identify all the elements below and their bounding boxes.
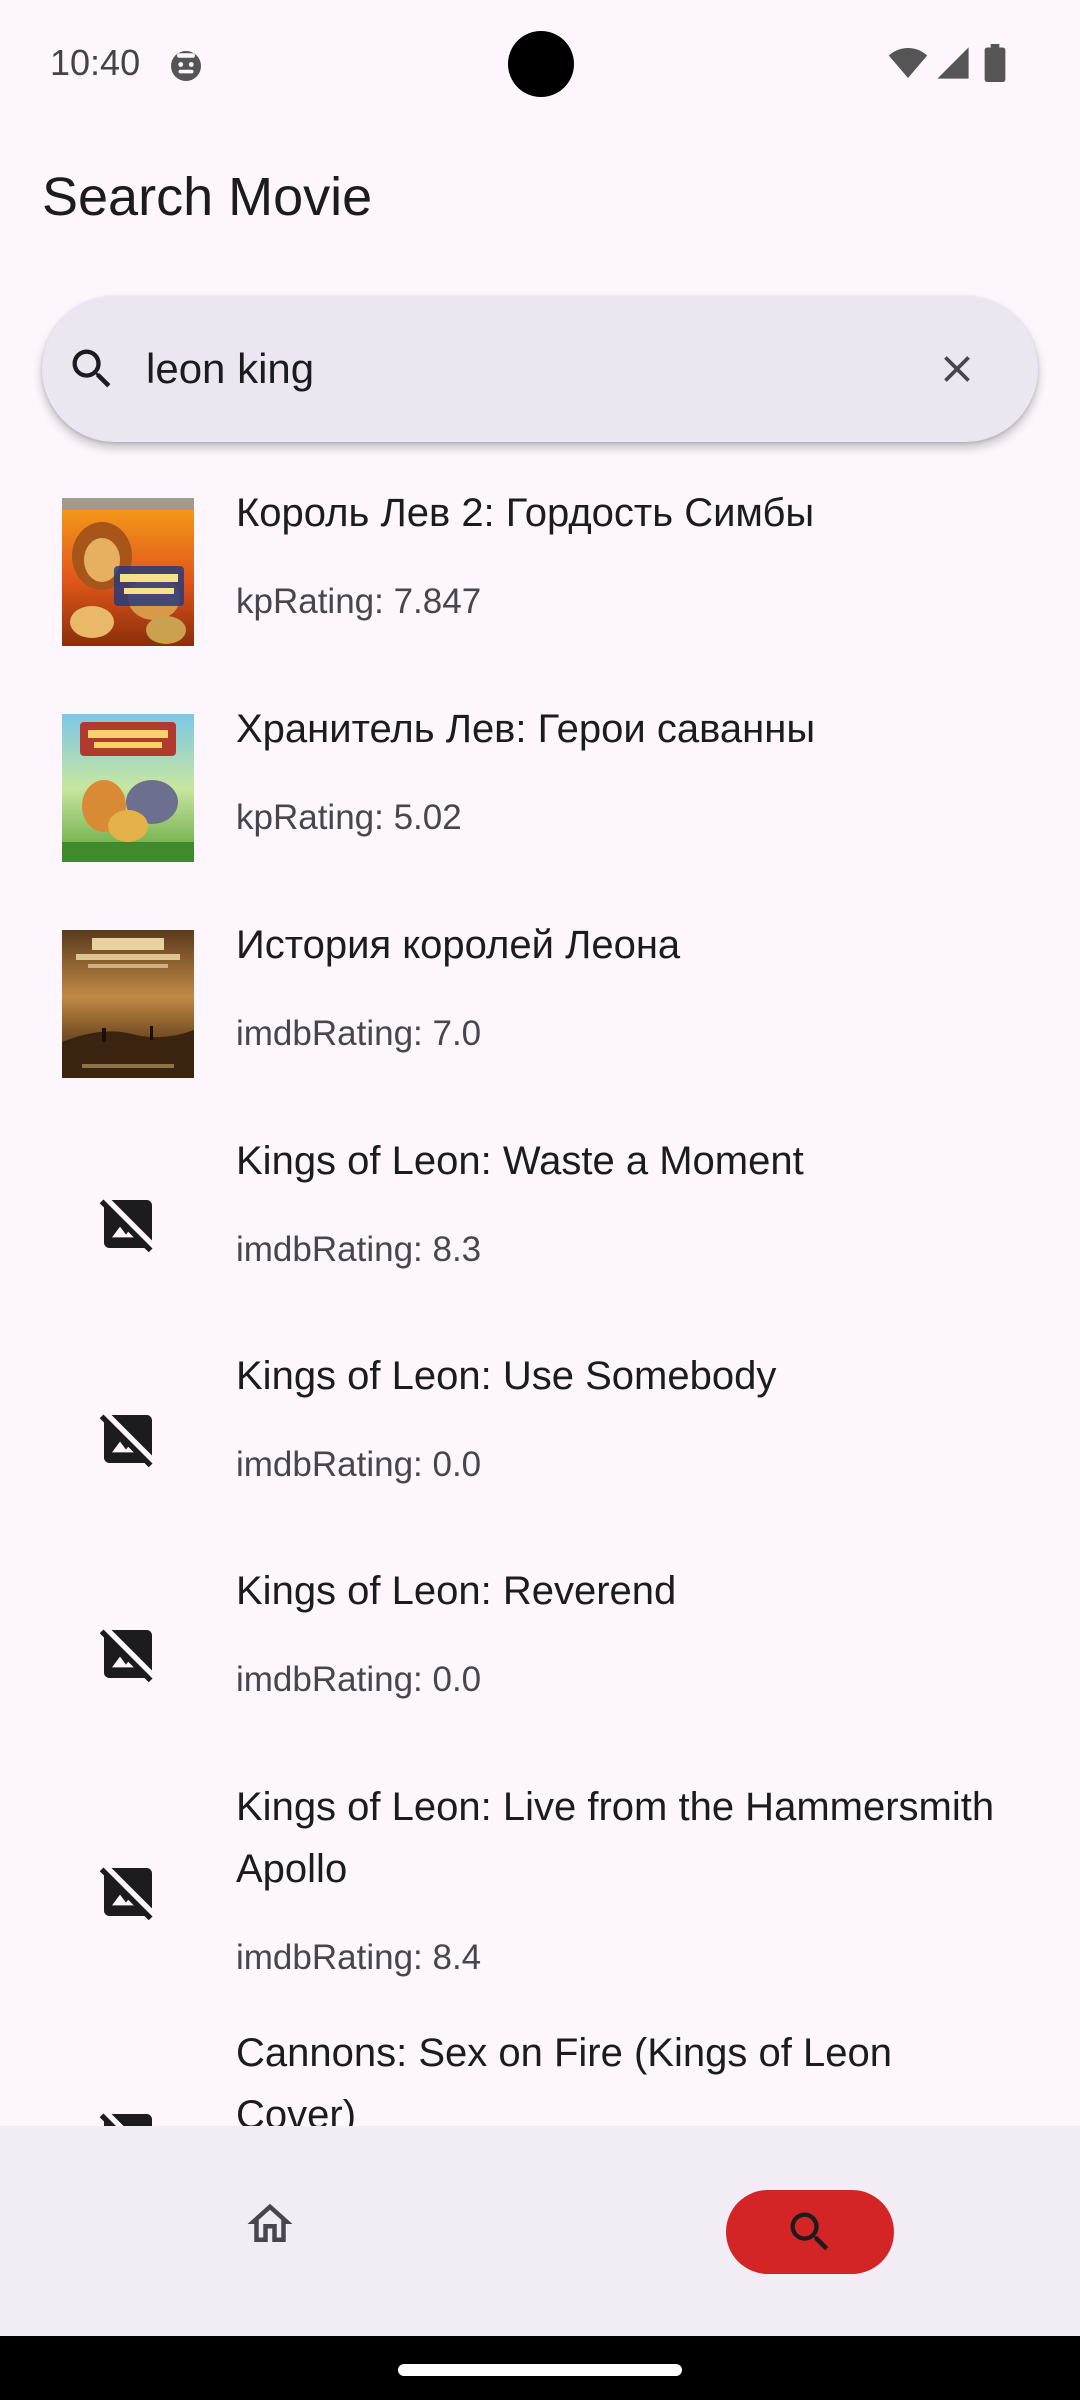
nav-search-button[interactable]	[726, 2190, 894, 2274]
screen: 10:40 Search Movie leon king Король Лев …	[0, 0, 1080, 2400]
clear-search-button[interactable]	[922, 334, 992, 404]
status-bar: 10:40	[0, 0, 1080, 130]
movie-list-item[interactable]: Cannons: Sex on Fire (Kings of Leon Cove…	[0, 2010, 1080, 2126]
movie-title: Kings of Leon: Waste a Moment	[236, 1139, 804, 1183]
notification-icon	[171, 51, 201, 81]
movie-rating: imdbRating: 8.3	[236, 1230, 482, 1269]
no-image-icon	[99, 1199, 153, 1253]
movie-rating: kpRating: 5.02	[236, 798, 462, 837]
no-image-icon	[99, 1414, 153, 1468]
movie-poster	[62, 714, 194, 862]
lion-king-2-poster	[62, 498, 194, 646]
home-icon	[247, 2203, 293, 2242]
status-time: 10:40	[50, 42, 141, 83]
wifi-icon	[888, 48, 928, 78]
movie-title: Kings of Leon: Use Somebody	[236, 1354, 777, 1398]
no-image-icon	[99, 1629, 153, 1683]
bottom-navigation	[0, 2126, 1080, 2336]
signal-icon	[937, 47, 969, 79]
movie-title: Kings of Leon: Reverend	[236, 1569, 677, 1613]
movie-rating: imdbRating: 8.4	[236, 1938, 482, 1977]
movie-rating: imdbRating: 0.0	[236, 1445, 482, 1484]
no-image-icon	[99, 2113, 152, 2126]
movie-list-item[interactable]: Kings of Leon: Use Somebody imdbRating: …	[0, 1333, 1080, 1549]
kings-of-leon-sky-poster	[62, 930, 194, 1078]
movie-list[interactable]: Король Лев 2: Гордость Симбы kpRating: 7…	[0, 470, 1080, 2126]
movie-list-item[interactable]: История королей Леона imdbRating: 7.0	[0, 902, 1080, 1118]
camera-cutout	[508, 31, 574, 97]
search-bar[interactable]	[42, 296, 1038, 442]
movie-list-item[interactable]: Kings of Leon: Waste a Moment imdbRating…	[0, 1118, 1080, 1334]
battery-icon	[984, 44, 1006, 82]
search-icon	[790, 2212, 829, 2251]
movie-list-item[interactable]: Kings of Leon: Live from the Hammersmith…	[0, 1764, 1080, 2010]
movie-poster	[62, 498, 194, 646]
movie-list-item[interactable]: Хранитель Лев: Герои саванны kpRating: 5…	[0, 686, 1080, 902]
movie-list-item[interactable]: Kings of Leon: Reverend imdbRating: 0.0	[0, 1548, 1080, 1764]
search-input[interactable]	[146, 332, 886, 406]
no-image-icon	[99, 1867, 153, 1921]
movie-title: Kings of Leon: Live from the Hammersmith…	[236, 1785, 995, 1891]
movie-title: Cannons: Sex on Fire (Kings of Leon Cove…	[236, 2031, 892, 2126]
close-icon	[944, 356, 970, 382]
movie-list-item[interactable]: Король Лев 2: Гордость Симбы kpRating: 7…	[0, 470, 1080, 686]
nav-home-button[interactable]	[222, 2186, 318, 2262]
gesture-bar	[0, 2336, 1080, 2400]
page-title: Search Movie	[42, 167, 373, 227]
movie-poster	[62, 930, 194, 1078]
home-gesture-handle[interactable]	[398, 2364, 682, 2376]
lion-guard-poster	[62, 714, 194, 862]
movie-title: История королей Леона	[236, 923, 681, 967]
movie-title: Хранитель Лев: Герои саванны	[236, 707, 816, 751]
movie-rating: imdbRating: 7.0	[236, 1014, 482, 1053]
movie-rating: imdbRating: 0.0	[236, 1660, 482, 1699]
search-icon	[72, 349, 111, 388]
movie-rating: kpRating: 7.847	[236, 582, 482, 621]
movie-title: Король Лев 2: Гордость Симбы	[236, 491, 815, 535]
